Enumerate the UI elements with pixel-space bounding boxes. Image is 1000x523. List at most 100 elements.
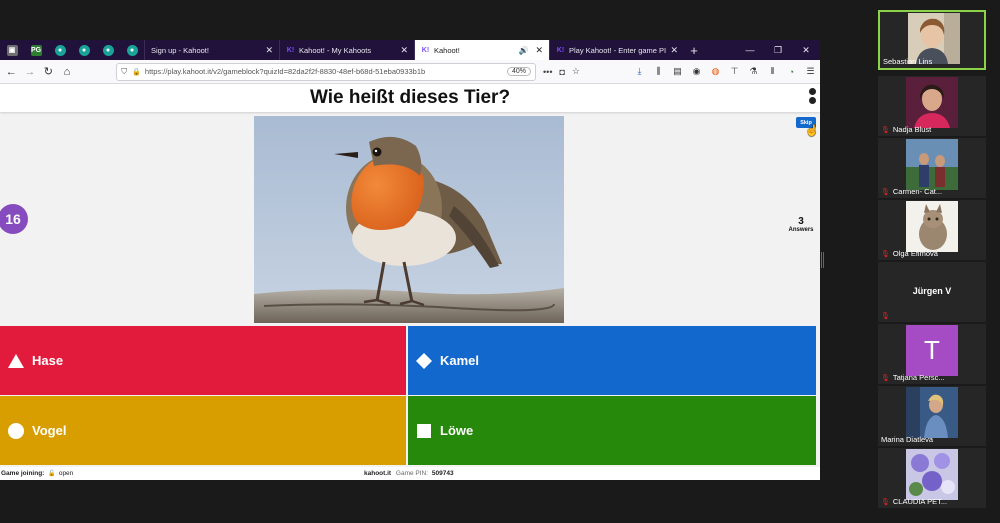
answers-count: 3 xyxy=(798,216,804,227)
tab-label: Kahoot! xyxy=(434,45,460,55)
bookmark-star-icon[interactable]: ☆ xyxy=(572,66,580,77)
participant-tile-carmen[interactable]: 🎙 Carmen- Cat... xyxy=(878,138,986,198)
tab-my-kahoots[interactable]: K! Kahoot! - My Kahoots ✕ xyxy=(279,40,414,60)
shield-icon[interactable]: ⛉ xyxy=(121,67,127,77)
more-actions-icon[interactable]: ••• xyxy=(543,67,552,77)
pinned-tab-pg[interactable]: PG xyxy=(24,40,48,60)
avatar-initial: T xyxy=(906,325,958,376)
screen-icon: ▣ xyxy=(6,44,18,56)
forward-icon[interactable]: → xyxy=(21,62,40,82)
url-text: https://play.kahoot.it/v2/gameblock?quiz… xyxy=(144,67,426,76)
pocket-icon[interactable]: ◘ xyxy=(559,67,564,77)
participant-name: Carmen- Cat... xyxy=(892,187,943,196)
sidebar-icon[interactable]: ▤ xyxy=(668,66,687,77)
speaker-icon[interactable]: 🔊 xyxy=(518,46,528,55)
minimize-icon[interactable]: — xyxy=(736,45,764,56)
menu-icon[interactable]: ☰ xyxy=(801,66,820,77)
kahoot-favicon-icon: K! xyxy=(556,46,565,54)
teal-app-icon: ● xyxy=(126,44,138,56)
back-icon[interactable]: ← xyxy=(2,62,21,82)
library-icon[interactable]: ⫼ xyxy=(649,66,668,77)
screen: ▣ PG ● ● ● ● Sign up - Kahoot! ✕ K! Kaho… xyxy=(0,0,1000,523)
game-footer: Game joining: 🔓 open kahoot.it Game PIN:… xyxy=(0,467,820,480)
answer-option-vogel[interactable]: Vogel xyxy=(0,396,406,465)
panel-resize-handle[interactable] xyxy=(821,252,824,268)
circle-icon xyxy=(6,421,26,441)
extension-icon[interactable]: ◔ xyxy=(782,67,801,77)
teal-app-icon: ● xyxy=(102,44,114,56)
participant-video xyxy=(906,77,958,128)
participant-tile-claudia[interactable]: 🎙 CLAUDIA PET... xyxy=(878,448,986,508)
tab-label: Sign up - Kahoot! xyxy=(151,45,209,55)
extension-icon[interactable]: ◉ xyxy=(687,66,706,77)
tab-bar: ▣ PG ● ● ● ● Sign up - Kahoot! ✕ K! Kaho… xyxy=(0,40,820,60)
teal-app-icon: ● xyxy=(78,44,90,56)
participant-name-row: Marina Diatleva xyxy=(881,435,933,444)
question-options xyxy=(809,88,816,104)
pinned-tab-screen[interactable]: ▣ xyxy=(0,40,24,60)
home-icon[interactable]: ⌂ xyxy=(58,62,77,82)
mic-muted-icon: 🎙 xyxy=(881,374,890,382)
answer-label: Vogel xyxy=(32,423,67,438)
question-header: Wie heißt dieses Tier? xyxy=(0,84,820,112)
new-tab-button[interactable]: + xyxy=(684,43,704,58)
restore-icon[interactable]: ❐ xyxy=(764,45,792,56)
pinned-tab-teal-4[interactable]: ● xyxy=(120,40,144,60)
participant-tile-sebastian[interactable]: Sebastian Lins xyxy=(878,10,986,70)
participant-name-row: 🎙 Tatjana Persc... xyxy=(881,373,945,382)
answers-counter: 3 Answers xyxy=(786,216,816,233)
pinned-tab-teal-1[interactable]: ● xyxy=(48,40,72,60)
game-pin-label: Game PIN: xyxy=(395,470,429,477)
participant-name: Olga Efimova xyxy=(892,249,938,258)
extension-icon[interactable]: ⊤ xyxy=(725,66,744,77)
lock-icon[interactable]: 🔒 xyxy=(132,68,141,76)
download-icon[interactable]: ⤓ xyxy=(630,66,649,77)
participant-name: Jürgen V xyxy=(912,286,952,296)
participant-video xyxy=(906,449,958,500)
extension-icon[interactable]: ⦀ xyxy=(763,66,782,77)
close-icon[interactable]: ✕ xyxy=(670,45,678,56)
participant-tile-juergen[interactable]: Jürgen V 🎙 xyxy=(878,262,986,322)
tab-play-kahoot[interactable]: K! Play Kahoot! - Enter game PIN ✕ xyxy=(549,40,684,60)
extension-icon[interactable]: ◍ xyxy=(706,66,725,77)
participant-name: Nadja Blust xyxy=(892,125,932,134)
pinned-tab-teal-2[interactable]: ● xyxy=(72,40,96,60)
participant-tile-marina[interactable]: Marina Diatleva xyxy=(878,386,986,446)
countdown-timer: 16 xyxy=(0,204,28,234)
settings-dot-icon[interactable] xyxy=(809,88,816,95)
participant-name: Marina Diatleva xyxy=(881,435,934,444)
participant-tile-olga[interactable]: 🎙 Olga Efimova xyxy=(878,200,986,260)
tab-label: Kahoot! - My Kahoots xyxy=(299,45,372,55)
close-icon[interactable]: ✕ xyxy=(400,45,408,56)
answer-option-kamel[interactable]: Kamel xyxy=(408,326,816,395)
settings-dot-icon[interactable] xyxy=(809,97,816,104)
participant-tile-tatjana[interactable]: T 🎙 Tatjana Persc... xyxy=(878,324,986,384)
game-pin: 509743 xyxy=(431,470,454,477)
participant-tile-nadja[interactable]: 🎙 Nadja Blust xyxy=(878,76,986,136)
zoom-level[interactable]: 40% xyxy=(507,67,532,76)
close-icon[interactable]: ✕ xyxy=(265,45,273,56)
pinned-tab-teal-3[interactable]: ● xyxy=(96,40,120,60)
answer-label: Hase xyxy=(32,353,64,368)
address-bar[interactable]: ⛉ 🔒 https://play.kahoot.it/v2/gameblock?… xyxy=(116,62,537,81)
close-icon[interactable]: ✕ xyxy=(535,45,543,56)
mouse-pointer-icon: ☝ xyxy=(805,125,819,137)
triangle-icon xyxy=(6,351,26,371)
tab-kahoot-active[interactable]: K! Kahoot! 🔊 ✕ xyxy=(414,40,549,60)
reload-icon[interactable]: ↻ xyxy=(39,62,58,82)
unlock-icon[interactable]: 🔓 xyxy=(48,470,55,477)
extension-icon[interactable]: ⚗ xyxy=(744,66,763,77)
game-joining-label: Game joining: xyxy=(1,470,45,477)
answer-option-hase[interactable]: Hase xyxy=(0,326,406,395)
tab-label: Play Kahoot! - Enter game PIN xyxy=(569,45,667,55)
participant-name-row: Sebastian Lins xyxy=(883,57,932,66)
toolbar-extensions: ⤓ ⫼ ▤ ◉ ◍ ⊤ ⚗ ⦀ ◔ ☰ xyxy=(630,66,820,77)
participant-name-row: 🎙 Carmen- Cat... xyxy=(881,187,942,196)
answer-option-loewe[interactable]: Löwe xyxy=(408,396,816,465)
answer-label: Kamel xyxy=(440,353,480,368)
participant-name: Sebastian Lins xyxy=(883,57,933,66)
teal-app-icon: ● xyxy=(54,44,66,56)
close-window-icon[interactable]: ✕ xyxy=(792,45,820,56)
tab-sign-up[interactable]: Sign up - Kahoot! ✕ xyxy=(144,40,279,60)
participant-name: Tatjana Persc... xyxy=(892,373,945,382)
